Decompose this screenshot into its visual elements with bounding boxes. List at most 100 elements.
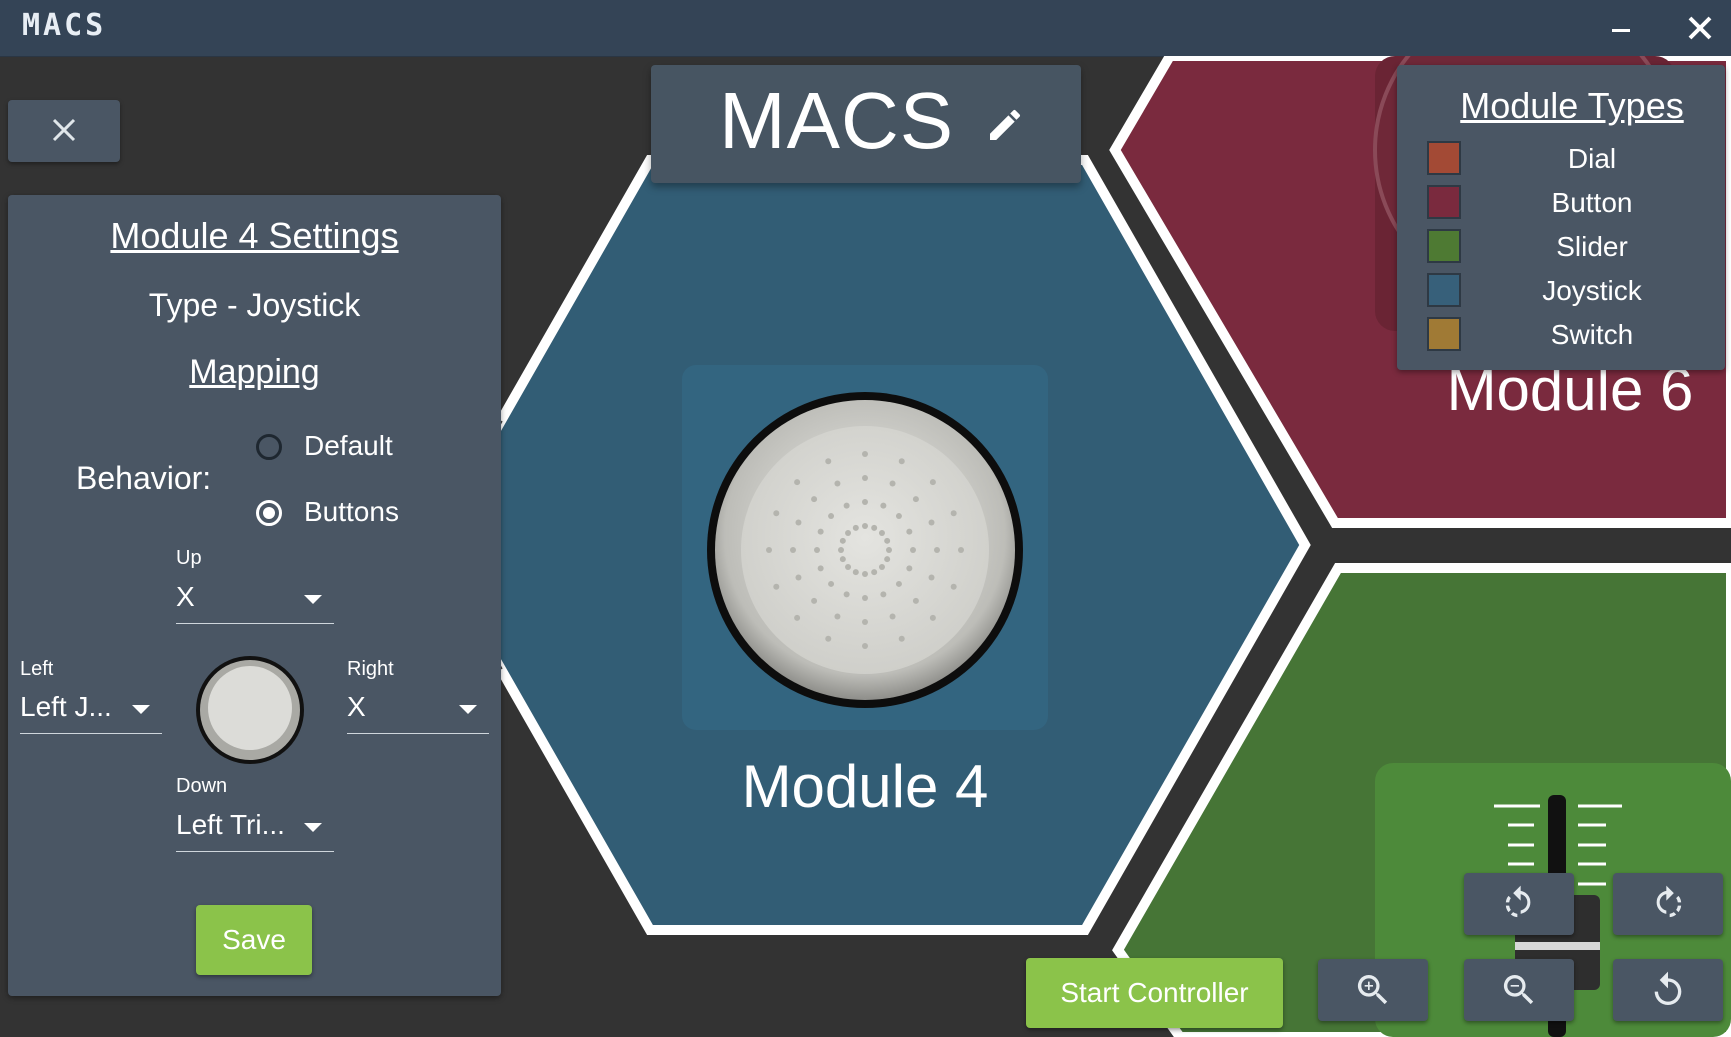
joystick-dimple — [838, 547, 844, 553]
down-mapping-select[interactable]: Left Tri... — [176, 803, 334, 852]
joystick-dimple — [828, 580, 835, 587]
mapping-heading: Mapping — [189, 353, 320, 391]
joystick-dimple — [845, 563, 852, 570]
close-settings-button[interactable] — [8, 100, 120, 162]
joystick-dimple — [895, 513, 902, 520]
joystick-dimple — [828, 513, 835, 520]
joystick-dimple — [898, 635, 905, 642]
joystick-dimple — [906, 528, 913, 535]
joystick-dimple — [928, 519, 935, 526]
reset-view-button[interactable] — [1613, 959, 1723, 1021]
radio-label: Buttons — [304, 496, 399, 527]
legend-item-slider: Slider — [1427, 229, 1717, 267]
joystick-icon — [707, 392, 1023, 708]
joystick-dimple — [817, 565, 824, 572]
joystick-dimple — [795, 519, 802, 526]
joystick-dimple — [889, 613, 896, 620]
joystick-dimple — [884, 556, 891, 563]
settings-title: Module 4 Settings — [110, 215, 399, 256]
rotate-left-button[interactable] — [1464, 873, 1574, 935]
zoom-in-button[interactable] — [1318, 959, 1428, 1021]
legend-item-dial: Dial — [1427, 141, 1717, 179]
close-icon — [1688, 16, 1712, 40]
joystick-dimple — [862, 451, 868, 457]
minimize-button[interactable] — [1600, 8, 1644, 48]
up-mapping-value: X — [176, 581, 195, 612]
legend-swatch — [1427, 273, 1461, 307]
module-type-text: Type - Joystick — [148, 287, 361, 323]
joystick-dimple — [880, 502, 887, 509]
legend-item-joystick: Joystick — [1427, 273, 1717, 311]
zoom-out-button[interactable] — [1464, 959, 1574, 1021]
radio-circle[interactable] — [256, 434, 282, 460]
joystick-dimple — [843, 591, 850, 598]
rotate-cw-icon — [1656, 885, 1682, 918]
joystick-dimple — [839, 556, 846, 563]
radio-label: Default — [304, 430, 393, 461]
chevron-down-icon — [304, 595, 322, 604]
up-mapping-select[interactable]: X — [176, 575, 334, 624]
joystick-dimple — [878, 530, 885, 537]
right-mapping-value: X — [347, 691, 366, 722]
joystick-dimple — [814, 547, 820, 553]
joystick-dimple — [862, 643, 868, 649]
joystick-dimple — [794, 614, 801, 621]
legend-item-switch: Switch — [1427, 317, 1717, 355]
legend-label: Dial — [1567, 143, 1617, 174]
joystick-dimple — [794, 479, 801, 486]
joystick-dimple — [929, 614, 936, 621]
joystick-dimple — [852, 569, 859, 576]
down-mapping-value: Left Tri... — [176, 809, 285, 840]
left-mapping-value: Left J... — [20, 691, 112, 722]
rotate-right-button[interactable] — [1613, 873, 1723, 935]
joystick-dimple — [852, 524, 859, 531]
legend-swatch — [1427, 185, 1461, 219]
joystick-dimple — [862, 595, 868, 601]
joystick-dimple — [884, 537, 891, 544]
rotate-ccw-icon — [1505, 885, 1531, 918]
up-label: Up — [176, 547, 202, 569]
chevron-down-icon — [304, 823, 322, 832]
reset-view-icon — [1654, 971, 1682, 1005]
joystick-dimple — [766, 547, 772, 553]
behavior-label: Behavior: — [76, 460, 212, 496]
joystick-dimple — [886, 547, 892, 553]
joystick-dimple — [950, 583, 957, 590]
edit-pencil-icon[interactable] — [985, 105, 1025, 145]
legend-item-button: Button — [1427, 185, 1717, 223]
legend-label: Button — [1551, 187, 1633, 218]
joystick-dimple — [928, 574, 935, 581]
right-label: Right — [347, 658, 394, 680]
radio-circle[interactable] — [256, 500, 282, 526]
controller-name: MACS — [719, 76, 955, 165]
chevron-down-icon — [459, 705, 477, 714]
zoom-in-icon — [1357, 975, 1388, 1005]
down-label: Down — [176, 775, 228, 797]
joystick-dimple — [843, 502, 850, 509]
save-button[interactable]: Save — [196, 905, 312, 975]
joystick-dimple — [906, 565, 913, 572]
start-controller-button[interactable]: Start Controller — [1026, 958, 1283, 1028]
legend-swatch — [1427, 229, 1461, 263]
chevron-down-icon — [132, 705, 150, 714]
window-close-button[interactable] — [1678, 8, 1722, 48]
title-bar: MACS — [0, 0, 1731, 57]
legend-swatch — [1427, 317, 1461, 351]
joystick-widget[interactable] — [682, 365, 1048, 730]
joystick-dimple — [834, 480, 841, 487]
joystick-dimple — [825, 458, 832, 465]
right-mapping-select[interactable]: X — [347, 685, 489, 734]
controller-name-box: MACS — [651, 65, 1081, 183]
joystick-dimple — [795, 574, 802, 581]
slider-handle-line — [1515, 942, 1600, 950]
legend-label: Switch — [1550, 319, 1634, 350]
joystick-dimple — [834, 613, 841, 620]
joystick-dimple — [958, 547, 964, 553]
joystick-dimple — [862, 619, 868, 625]
joystick-dimple — [773, 583, 780, 590]
joystick-preview-icon — [196, 656, 304, 764]
joystick-dimple — [880, 591, 887, 598]
left-mapping-select[interactable]: Left J... — [20, 685, 162, 734]
left-label: Left — [20, 658, 54, 680]
joystick-dimple — [912, 496, 919, 503]
